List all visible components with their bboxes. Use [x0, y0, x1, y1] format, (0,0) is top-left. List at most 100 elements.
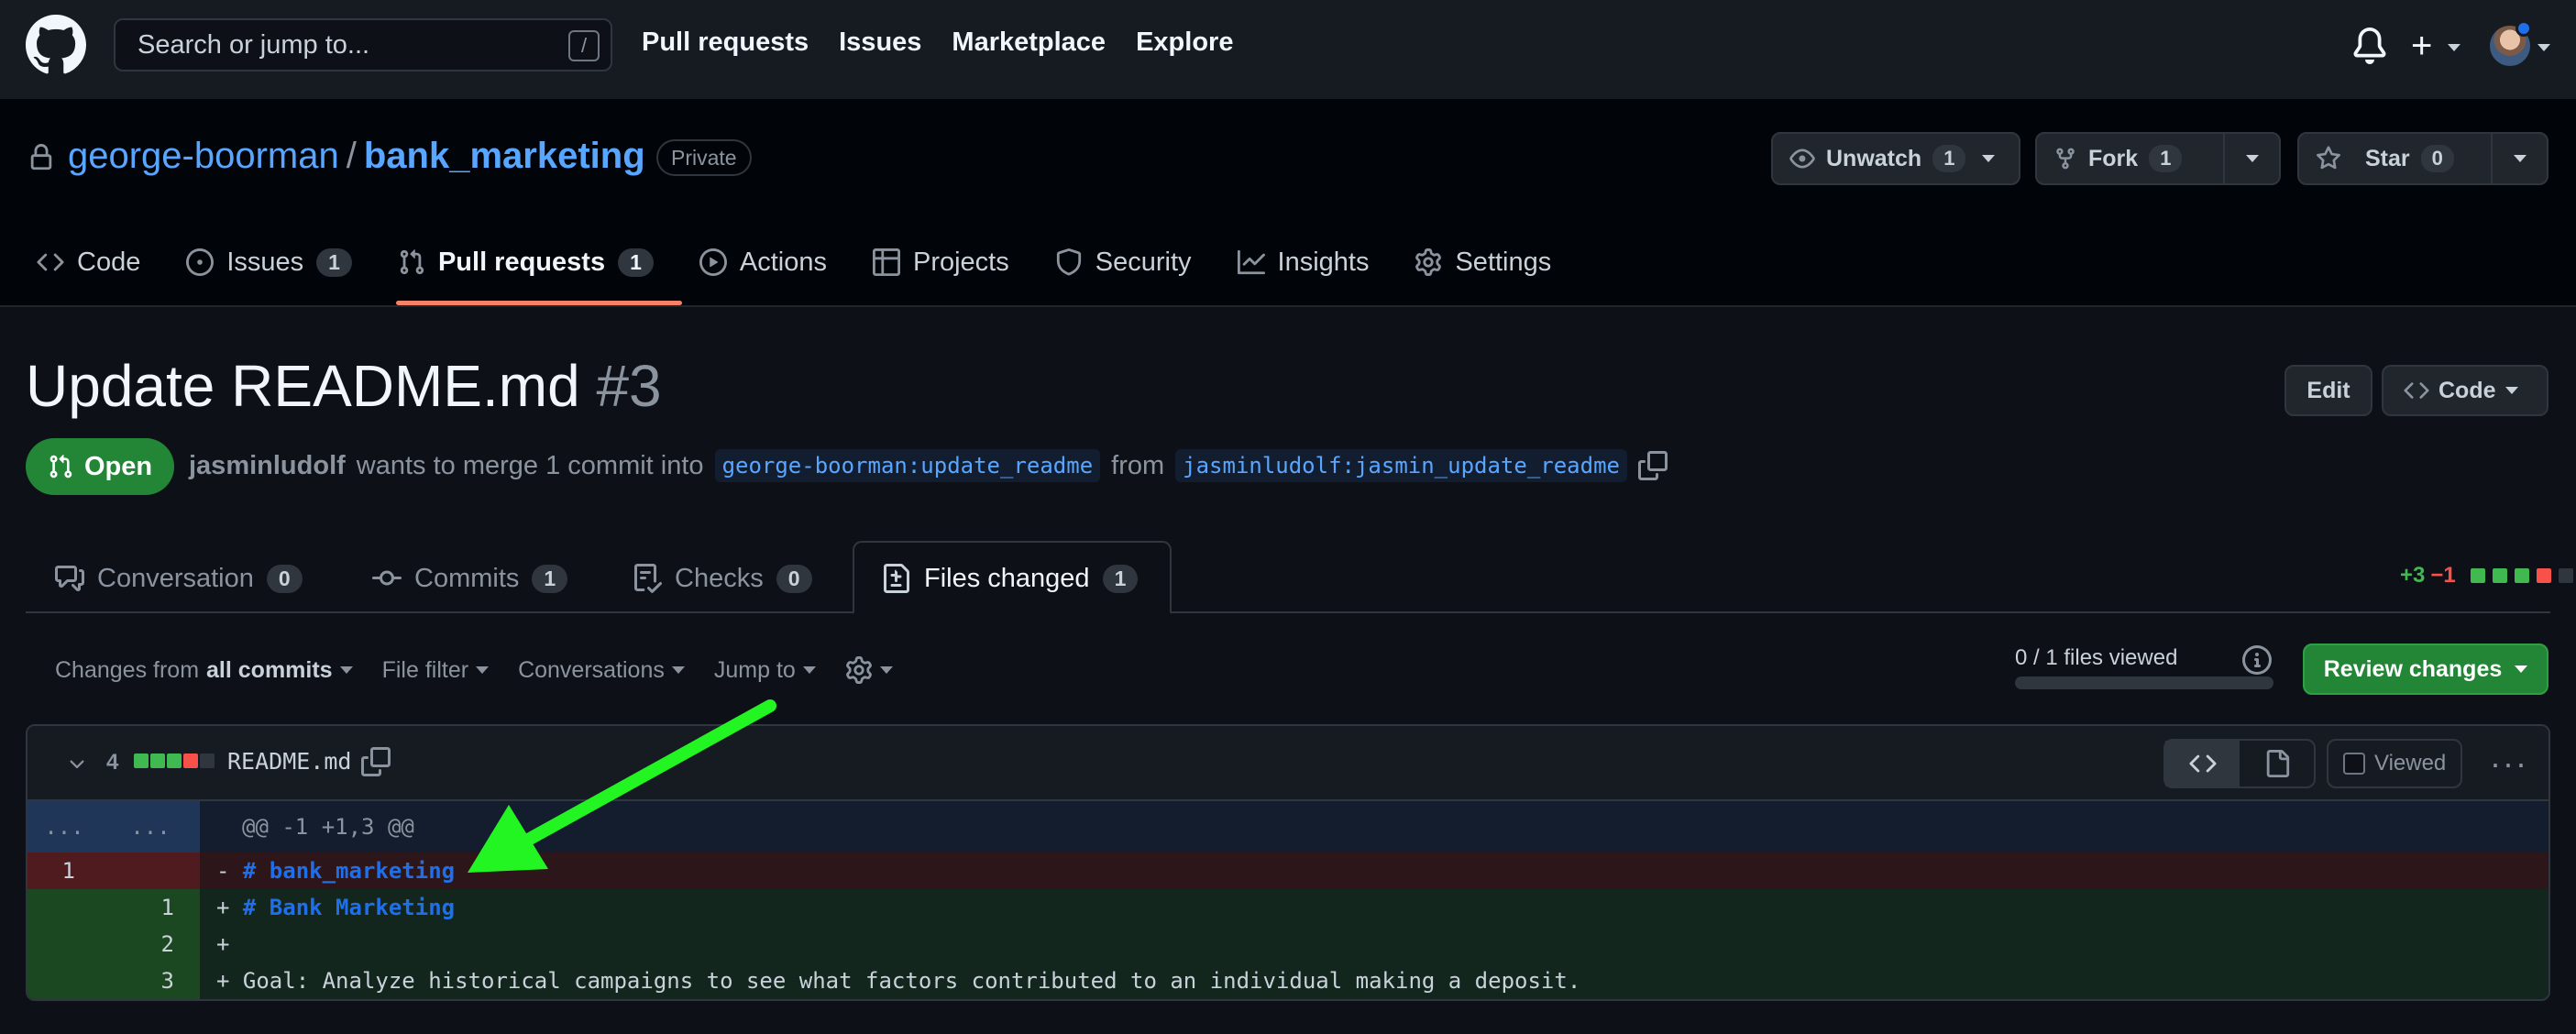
tab-security[interactable]: Security — [1055, 236, 1192, 288]
tab-code[interactable]: Code — [37, 236, 140, 288]
tab-files-changed[interactable]: Files changed 1 — [882, 550, 1139, 607]
expand-up-button[interactable]: ... — [28, 801, 101, 852]
changes-from-value: all commits — [206, 656, 333, 683]
eye-icon — [1789, 148, 1815, 169]
tab-settings[interactable]: Settings — [1415, 236, 1551, 288]
diff-settings-dropdown[interactable] — [845, 656, 893, 684]
new-line-number[interactable]: 3 — [101, 962, 200, 999]
rich-diff-button[interactable] — [2240, 741, 2314, 786]
diffstat-block — [134, 754, 149, 768]
tab-actions-label: Actions — [739, 247, 827, 277]
diffstat-block — [2492, 568, 2507, 583]
old-line-number[interactable]: 1 — [28, 852, 101, 889]
diffstat-block — [2514, 568, 2529, 583]
tab-commits-label: Commits — [414, 563, 520, 593]
tab-projects[interactable]: Projects — [872, 236, 1009, 288]
diffstat-block — [167, 754, 182, 768]
fork-dropdown[interactable] — [2223, 134, 2279, 183]
diffstat-block — [183, 754, 198, 768]
issue-icon — [186, 248, 215, 276]
chevron-down-icon[interactable] — [66, 754, 88, 776]
tab-checks[interactable]: Checks 0 — [633, 550, 812, 607]
visibility-badge: Private — [656, 139, 752, 176]
review-changes-label: Review changes — [2323, 655, 2503, 682]
nav-marketplace[interactable]: Marketplace — [952, 28, 1106, 58]
search-input[interactable]: Search or jump to... / — [114, 18, 612, 72]
diff-line-deleted[interactable]: 1 - # bank_marketing — [28, 852, 2548, 889]
conversations-dropdown[interactable]: Conversations — [518, 657, 685, 684]
pr-title-text: Update README.md — [26, 353, 580, 419]
kebab-menu-icon[interactable]: ··· — [2490, 744, 2528, 783]
repo-tabs: Code Issues 1 Pull requests 1 Actions Pr… — [37, 236, 1597, 288]
tab-pull-requests-count: 1 — [618, 248, 654, 277]
file-name-link[interactable]: README.md — [227, 748, 351, 775]
repo-name-link[interactable]: bank_marketing — [364, 136, 645, 177]
diff-sign: + — [216, 968, 230, 994]
nav-pull-requests[interactable]: Pull requests — [642, 28, 809, 58]
tab-actions[interactable]: Actions — [699, 236, 827, 288]
diff-sign: - — [216, 858, 230, 884]
code-button[interactable]: Code — [2382, 365, 2548, 416]
tab-commits[interactable]: Commits 1 — [372, 550, 568, 607]
tab-issues-count: 1 — [316, 248, 352, 277]
global-header: Search or jump to... / Pull requests Iss… — [0, 0, 2576, 99]
github-logo-icon[interactable] — [26, 15, 86, 75]
pr-tabs-divider — [26, 611, 2550, 613]
chevron-down-icon — [2245, 155, 2259, 162]
unwatch-dropdown[interactable] — [1982, 134, 2011, 183]
copy-icon[interactable] — [361, 746, 391, 777]
pr-author-link[interactable]: jasminludolf — [189, 451, 346, 481]
base-branch[interactable]: george-boorman:update_readme — [714, 449, 1101, 482]
diff-line-added[interactable]: 3 + Goal: Analyze historical campaigns t… — [28, 962, 2548, 999]
copy-icon[interactable] — [1637, 451, 1668, 480]
viewed-checkbox[interactable]: Viewed — [2327, 739, 2462, 788]
expand-down-button[interactable]: ... — [101, 801, 200, 852]
changes-from-dropdown[interactable]: Changes from all commits — [55, 657, 353, 684]
code-icon — [2188, 754, 2217, 773]
files-viewed-progress — [2015, 676, 2273, 689]
tab-commits-count: 1 — [532, 564, 568, 593]
tab-insights[interactable]: Insights — [1237, 236, 1369, 288]
edit-button[interactable]: Edit — [2284, 365, 2372, 416]
fork-count: 1 — [2149, 145, 2183, 172]
nav-explore[interactable]: Explore — [1136, 28, 1233, 58]
chevron-down-icon — [2515, 666, 2528, 673]
new-line-number[interactable]: 1 — [101, 889, 200, 926]
diff-sign: + — [216, 931, 230, 957]
status-label: Open — [83, 451, 153, 481]
source-diff-button[interactable] — [2165, 741, 2240, 786]
changes-from-label: Changes from — [55, 656, 200, 683]
diff-line-added[interactable]: 1 + # Bank Marketing — [28, 889, 2548, 926]
tab-pull-requests[interactable]: Pull requests 1 — [398, 236, 654, 288]
file-filter-dropdown[interactable]: File filter — [382, 657, 490, 684]
review-changes-button[interactable]: Review changes — [2303, 644, 2548, 695]
diff-code: + — [200, 926, 2548, 962]
tab-issues[interactable]: Issues 1 — [186, 236, 352, 288]
avatar-caret-icon — [2537, 44, 2550, 51]
new-line-number[interactable]: 2 — [101, 926, 200, 962]
star-button[interactable]: Star 0 — [2299, 134, 2491, 183]
global-nav: Pull requests Issues Marketplace Explore — [642, 28, 1263, 58]
star-dropdown[interactable] — [2491, 134, 2547, 183]
nav-issues[interactable]: Issues — [839, 28, 921, 58]
chevron-down-icon — [2513, 155, 2526, 162]
header-divider — [0, 305, 2576, 307]
hunk-header: @@ -1 +1,3 @@ — [242, 814, 414, 840]
jump-to-dropdown[interactable]: Jump to — [714, 657, 816, 684]
tab-conversation-count: 0 — [266, 564, 303, 593]
create-new-icon[interactable]: + — [2411, 26, 2432, 67]
repo-owner-link[interactable]: george-boorman — [68, 136, 339, 177]
bell-icon[interactable] — [2351, 28, 2388, 64]
tab-files-changed-label: Files changed — [924, 563, 1090, 593]
unwatch-button[interactable]: Unwatch 1 — [1773, 134, 1982, 183]
head-branch[interactable]: jasminludolf:jasmin_update_readme — [1175, 449, 1627, 482]
search-placeholder: Search or jump to... — [138, 29, 370, 60]
tab-code-label: Code — [77, 247, 141, 277]
play-icon — [699, 248, 727, 276]
diff-line-added[interactable]: 2 + — [28, 926, 2548, 962]
info-icon[interactable] — [2242, 645, 2272, 675]
checklist-icon — [634, 564, 662, 593]
fork-button[interactable]: Fork 1 — [2037, 134, 2223, 183]
tab-conversation[interactable]: Conversation 0 — [55, 550, 303, 607]
conversations-label: Conversations — [518, 656, 665, 683]
